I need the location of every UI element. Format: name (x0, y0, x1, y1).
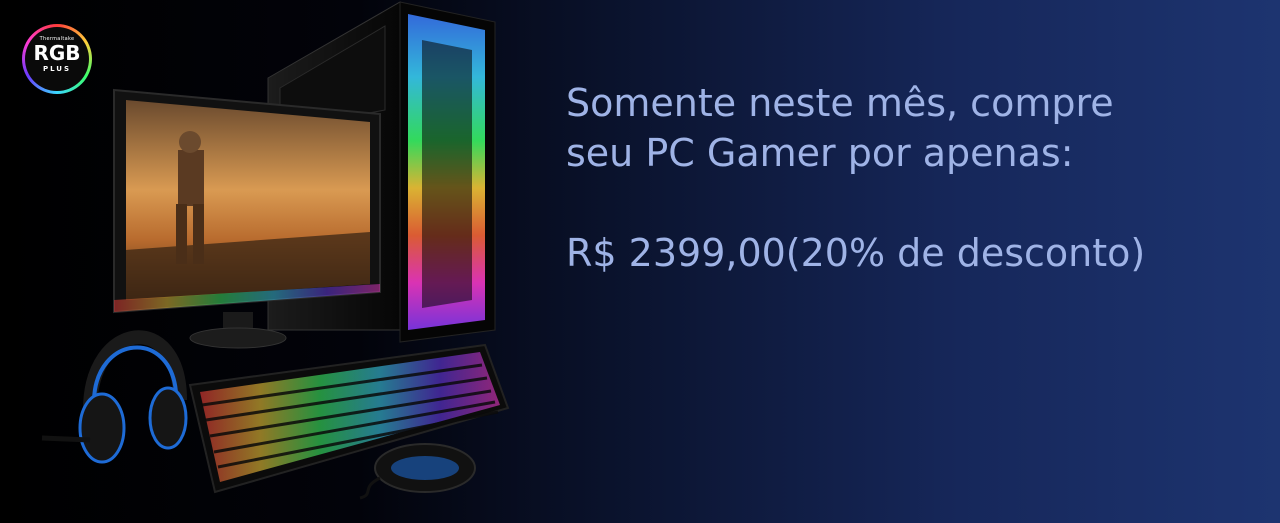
promo-line-2: seu PC Gamer por apenas: (566, 131, 1074, 175)
gaming-mouse (359, 443, 476, 500)
rgb-led-panel (408, 14, 485, 330)
promo-price: R$ 2399,00(20% de desconto) (566, 231, 1146, 275)
promo-line-1: Somente neste mês, compre (566, 81, 1114, 125)
promo-banner: Thermaltake RGB PLUS Somente neste mês, … (0, 0, 1280, 523)
gaming-pc-setup-image (41, 1, 510, 500)
gaming-headset (41, 330, 188, 464)
promo-headline: Somente neste mês, compre seu PC Gamer p… (566, 78, 1266, 178)
